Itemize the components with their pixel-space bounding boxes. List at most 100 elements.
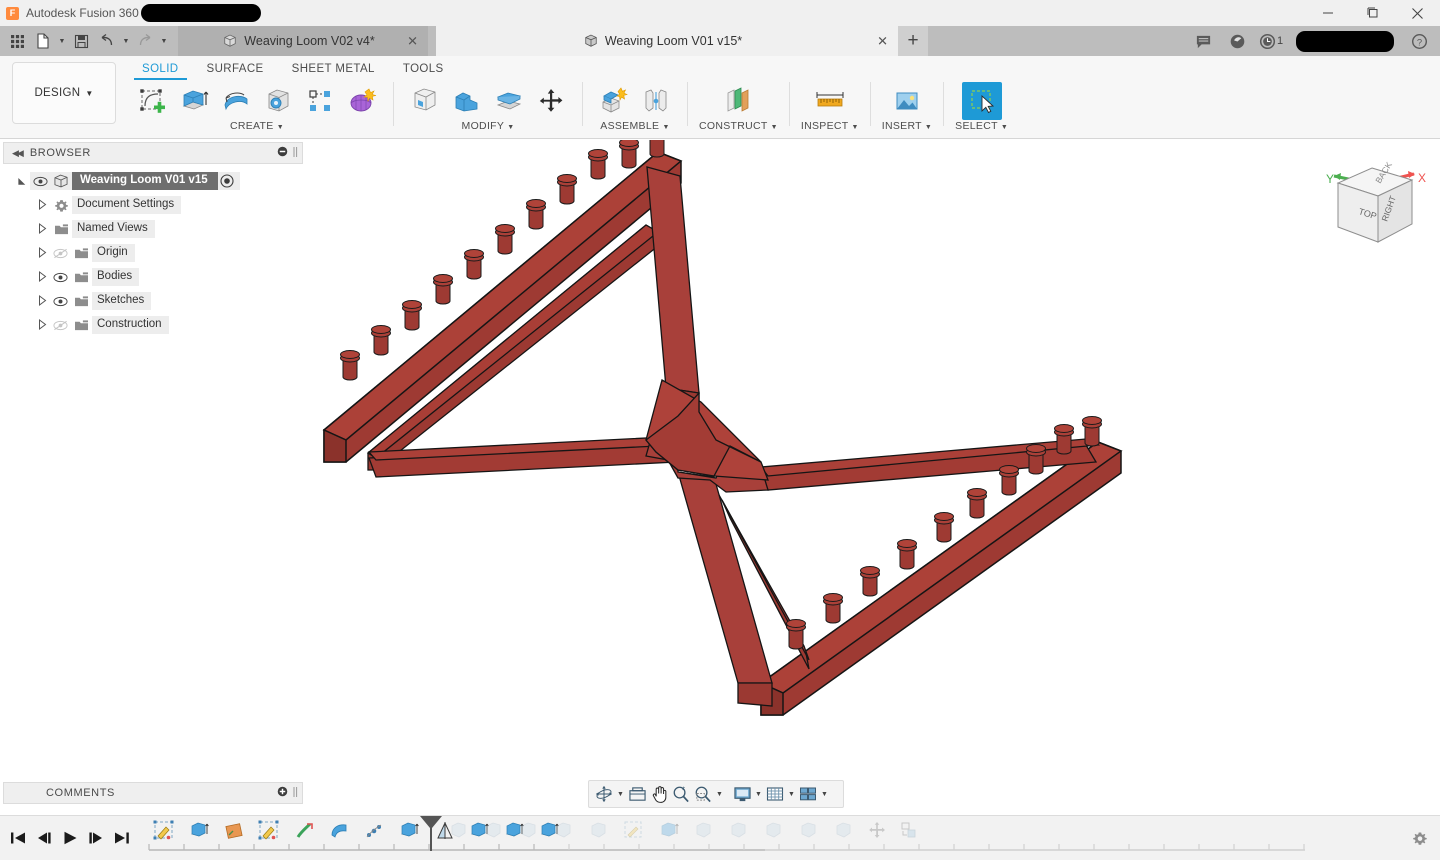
- step-back-icon[interactable]: [32, 826, 56, 850]
- chevron-down-icon[interactable]: ▼: [925, 124, 932, 131]
- maximize-icon[interactable]: [1350, 0, 1395, 26]
- measure-icon[interactable]: [810, 82, 850, 120]
- new-component-icon[interactable]: [594, 82, 634, 120]
- timeline-feature-sketch-rolled[interactable]: [625, 822, 641, 837]
- expand-arrow-icon[interactable]: [34, 247, 50, 260]
- browser-item-construction[interactable]: Construction: [0, 316, 306, 334]
- timeline-feature-rolled[interactable]: [837, 823, 850, 837]
- document-tab-1[interactable]: Weaving Loom V02 v4* ✕: [178, 26, 428, 56]
- create-sketch-icon[interactable]: [132, 82, 172, 120]
- view-cube[interactable]: Y X TOP RIGHT BACK: [1314, 152, 1432, 260]
- redo-icon[interactable]: [132, 26, 158, 56]
- browser-item-sketches[interactable]: Sketches: [0, 292, 306, 310]
- tab-solid[interactable]: SOLID: [128, 60, 193, 80]
- chevron-down-icon[interactable]: ▼: [771, 124, 778, 131]
- grid-snaps-icon[interactable]: [764, 782, 786, 806]
- add-comment-icon[interactable]: [277, 786, 288, 800]
- viewports-icon[interactable]: [797, 782, 819, 806]
- design-workspace-dropdown[interactable]: DESIGN ▼: [12, 62, 116, 124]
- timeline-feature-extrude[interactable]: [192, 823, 208, 836]
- viewports-caret-icon[interactable]: ▼: [819, 782, 830, 806]
- comments-panel-header[interactable]: COMMENTS: [3, 782, 303, 804]
- timeline-feature-rolled[interactable]: [487, 823, 500, 837]
- visibility-eye-icon[interactable]: [30, 176, 50, 187]
- timeline-feature-extrude[interactable]: [507, 823, 523, 836]
- chevron-down-icon[interactable]: ▼: [852, 124, 859, 131]
- panel-grip-icon[interactable]: [293, 786, 298, 801]
- offset-plane-icon[interactable]: [718, 82, 758, 120]
- orbit-icon[interactable]: [593, 782, 615, 806]
- tab-sheet-metal[interactable]: SHEET METAL: [278, 60, 389, 80]
- job-status-icon[interactable]: [1220, 26, 1254, 56]
- browser-root-node[interactable]: Weaving Loom V01 v15: [0, 172, 306, 190]
- timeline-feature-rolled[interactable]: [452, 823, 465, 837]
- timeline-features[interactable]: [145, 816, 1380, 860]
- move-copy-icon[interactable]: [531, 82, 571, 120]
- grid-snaps-caret-icon[interactable]: ▼: [786, 782, 797, 806]
- timeline-feature-align-rolled[interactable]: [902, 823, 915, 837]
- go-to-beginning-icon[interactable]: [6, 826, 30, 850]
- revolve-icon[interactable]: [216, 82, 256, 120]
- zoom-window-caret-icon[interactable]: ▼: [714, 782, 725, 806]
- document-tab-2-close-icon[interactable]: ✕: [877, 35, 888, 48]
- document-tab-2[interactable]: Weaving Loom V01 v15* ✕: [436, 26, 898, 56]
- tab-tools[interactable]: TOOLS: [389, 60, 458, 80]
- weaving-loom-geometry[interactable]: [306, 140, 1440, 815]
- expand-arrow-icon[interactable]: [34, 199, 50, 212]
- fillet-icon[interactable]: [447, 82, 487, 120]
- browser-item-document-settings[interactable]: Document Settings: [0, 196, 306, 214]
- grid-menu-icon[interactable]: [4, 26, 30, 56]
- timeline-feature-rolled[interactable]: [557, 823, 570, 837]
- timeline-feature-rolled[interactable]: [732, 823, 745, 837]
- timeline-feature-extrude-rolled[interactable]: [662, 823, 678, 836]
- timeline-feature-sketch[interactable]: [154, 821, 174, 840]
- timeline-feature-fillet[interactable]: [332, 825, 346, 837]
- visibility-eye-icon[interactable]: [50, 296, 70, 307]
- expand-arrow-icon[interactable]: [34, 319, 50, 332]
- visibility-eye-off-icon[interactable]: [50, 320, 70, 331]
- timeline-feature-rolled[interactable]: [697, 823, 710, 837]
- look-at-icon[interactable]: [626, 782, 648, 806]
- panel-grip-icon[interactable]: [293, 146, 298, 161]
- visibility-eye-off-icon[interactable]: [50, 248, 70, 259]
- timeline-feature-rolled[interactable]: [802, 823, 815, 837]
- browser-item-origin[interactable]: Origin: [0, 244, 306, 262]
- timeline-feature-extrude[interactable]: [402, 823, 418, 836]
- browser-item-bodies[interactable]: Bodies: [0, 268, 306, 286]
- display-settings-icon[interactable]: [731, 782, 753, 806]
- tab-surface[interactable]: SURFACE: [193, 60, 278, 80]
- go-to-end-icon[interactable]: [110, 826, 134, 850]
- shell-icon[interactable]: [489, 82, 529, 120]
- zoom-window-icon[interactable]: [692, 782, 714, 806]
- expand-arrow-icon[interactable]: [34, 271, 50, 284]
- redacted-account-name[interactable]: [1296, 31, 1394, 52]
- new-file-icon[interactable]: [30, 26, 56, 56]
- chevron-down-icon[interactable]: ▼: [277, 124, 284, 131]
- extrude-icon[interactable]: [174, 82, 214, 120]
- expand-arrow-icon[interactable]: [14, 176, 30, 187]
- undo-icon[interactable]: [94, 26, 120, 56]
- hole-icon[interactable]: [258, 82, 298, 120]
- zoom-icon[interactable]: ±: [670, 782, 692, 806]
- timeline-feature-rolled[interactable]: [592, 823, 605, 837]
- new-document-tab-button[interactable]: +: [898, 26, 928, 56]
- timeline-playhead-marker[interactable]: [420, 816, 442, 851]
- radio-active-icon[interactable]: [218, 174, 236, 188]
- timeline-feature-rolled[interactable]: [767, 823, 780, 837]
- timeline-feature-mirror[interactable]: [438, 822, 452, 839]
- minimize-icon[interactable]: [1305, 0, 1350, 26]
- play-icon[interactable]: [58, 826, 82, 850]
- new-file-caret-icon[interactable]: ▼: [56, 26, 68, 56]
- timeline-feature-move-rolled[interactable]: [869, 822, 885, 838]
- close-icon[interactable]: [1395, 0, 1440, 26]
- rectangular-pattern-icon[interactable]: [300, 82, 340, 120]
- recent-activity-icon[interactable]: 1: [1254, 26, 1288, 56]
- save-icon[interactable]: [68, 26, 94, 56]
- timeline-settings-icon[interactable]: [1408, 827, 1432, 851]
- help-icon[interactable]: ?: [1402, 26, 1436, 56]
- expand-arrow-icon[interactable]: [34, 223, 50, 236]
- timeline-feature-pattern[interactable]: [367, 825, 381, 837]
- step-forward-icon[interactable]: [84, 826, 108, 850]
- chevron-down-icon[interactable]: ▼: [507, 124, 514, 131]
- timeline-feature-sketch[interactable]: [259, 821, 279, 840]
